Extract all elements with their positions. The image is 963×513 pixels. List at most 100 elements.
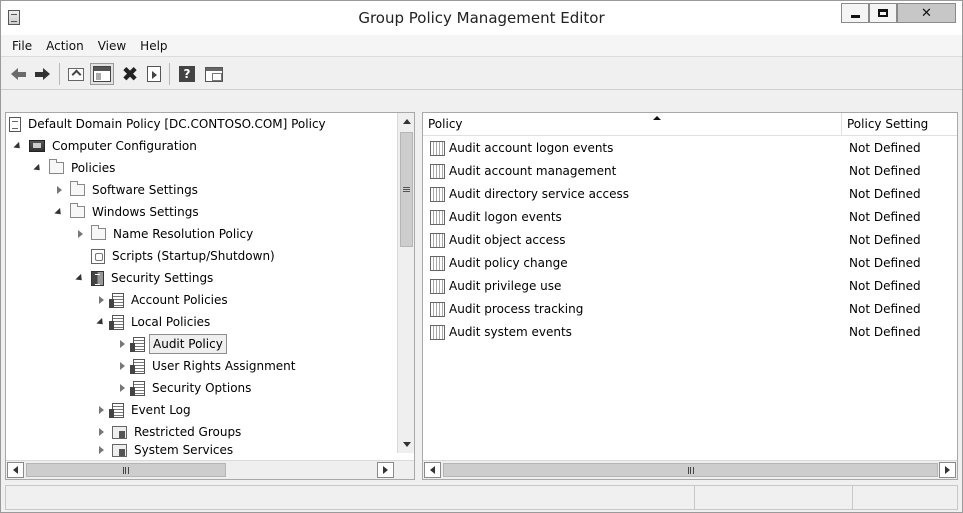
forward-button[interactable] — [31, 64, 53, 84]
scroll-left-button[interactable] — [424, 462, 441, 478]
expand-open-icon[interactable] — [13, 141, 24, 152]
policy-icon — [130, 358, 145, 374]
tree-item-policies[interactable]: Policies — [33, 157, 118, 179]
scroll-thumb[interactable] — [26, 463, 226, 477]
expand-collapsed-icon[interactable] — [54, 185, 65, 196]
scroll-left-icon — [13, 466, 18, 474]
tree-item-default-domain-policy[interactable]: Default Domain Policy [DC.CONTOSO.COM] P… — [9, 113, 329, 135]
security-settings-icon — [91, 270, 104, 286]
scroll-right-button[interactable] — [377, 462, 394, 478]
tree-item-label: Computer Configuration — [52, 139, 197, 153]
expand-collapsed-icon[interactable] — [75, 229, 86, 240]
policy-setting: Not Defined — [849, 256, 921, 270]
delete-icon: ✖ — [121, 62, 139, 86]
tree-item-security-options[interactable]: Security Options — [117, 377, 254, 399]
list-item[interactable]: Audit logon events Not Defined — [423, 206, 957, 228]
tree-item-scripts[interactable]: Scripts (Startup/Shutdown) — [91, 245, 278, 267]
tree-item-name-resolution-policy[interactable]: Name Resolution Policy — [75, 223, 256, 245]
tree-item-label: Audit Policy — [149, 334, 227, 354]
list-item[interactable]: Audit account logon events Not Defined — [423, 137, 957, 159]
status-divider — [694, 486, 695, 509]
menu-file[interactable]: File — [5, 35, 39, 57]
properties-button[interactable] — [203, 64, 225, 84]
tree-item-windows-settings[interactable]: Windows Settings — [54, 201, 202, 223]
expand-open-icon[interactable] — [54, 207, 65, 218]
column-header-policy[interactable]: Policy — [423, 113, 842, 136]
console-tree-pane[interactable]: Default Domain Policy [DC.CONTOSO.COM] P… — [5, 112, 415, 480]
tree-item-label: Policies — [71, 161, 116, 175]
tree-item-security-settings[interactable]: Security Settings — [75, 267, 216, 289]
tree-item-computer-configuration[interactable]: Computer Configuration — [13, 135, 200, 157]
scroll-down-button[interactable] — [399, 436, 414, 453]
tree-item-event-log[interactable]: Event Log — [96, 399, 194, 421]
tree-item-label: Account Policies — [131, 293, 228, 307]
menu-help[interactable]: Help — [133, 35, 174, 57]
scroll-thumb[interactable] — [400, 132, 413, 247]
expand-open-icon[interactable] — [96, 317, 107, 328]
audit-policy-icon — [430, 163, 445, 179]
folder-icon — [91, 225, 106, 240]
tree-vertical-scrollbar[interactable] — [397, 113, 414, 453]
column-header-policy-setting[interactable]: Policy Setting — [842, 113, 957, 136]
tree-item-local-policies[interactable]: Local Policies — [96, 311, 213, 333]
expand-collapsed-icon[interactable] — [117, 339, 128, 350]
tree-item-software-settings[interactable]: Software Settings — [54, 179, 201, 201]
list-item[interactable]: Audit system events Not Defined — [423, 321, 957, 343]
policy-name: Audit object access — [449, 233, 566, 247]
maximize-button[interactable] — [869, 3, 897, 23]
close-button[interactable]: ✕ — [897, 3, 956, 23]
expand-open-icon[interactable] — [75, 273, 86, 284]
list-item[interactable]: Audit privilege use Not Defined — [423, 275, 957, 297]
scroll-left-icon — [430, 466, 435, 474]
list-item[interactable]: Audit directory service access Not Defin… — [423, 183, 957, 205]
expand-collapsed-icon[interactable] — [96, 445, 107, 456]
list-item[interactable]: Audit policy change Not Defined — [423, 252, 957, 274]
expand-collapsed-icon[interactable] — [96, 405, 107, 416]
details-pane[interactable]: Policy Policy Setting Audit account logo… — [422, 112, 958, 480]
scroll-up-button[interactable] — [399, 113, 414, 130]
scroll-right-button[interactable] — [939, 462, 956, 478]
grip-icon — [123, 466, 129, 474]
tree-item-user-rights-assignment[interactable]: User Rights Assignment — [117, 355, 298, 377]
policy-icon — [130, 380, 145, 396]
policy-name: Audit logon events — [449, 210, 562, 224]
tree-item-system-services[interactable]: System Services — [96, 439, 236, 461]
folder-icon — [49, 159, 64, 174]
title-bar[interactable]: Group Policy Management Editor ✕ — [1, 1, 962, 35]
up-one-level-button[interactable] — [65, 64, 87, 84]
help-button[interactable]: ? — [176, 64, 198, 84]
grip-icon — [687, 466, 694, 474]
scroll-right-icon — [383, 466, 388, 474]
back-button[interactable] — [7, 64, 29, 84]
list-item[interactable]: Audit object access Not Defined — [423, 229, 957, 251]
expand-collapsed-icon[interactable] — [96, 295, 107, 306]
folder-icon — [70, 181, 85, 196]
tree-item-account-policies[interactable]: Account Policies — [96, 289, 231, 311]
delete-button[interactable]: ✖ — [119, 64, 141, 84]
expand-collapsed-icon[interactable] — [96, 427, 107, 438]
expand-collapsed-icon[interactable] — [117, 383, 128, 394]
tree-item-label: Software Settings — [92, 183, 198, 197]
expand-collapsed-icon[interactable] — [117, 361, 128, 372]
show-hide-console-tree-icon — [93, 66, 111, 82]
details-horizontal-scrollbar[interactable] — [423, 460, 957, 479]
tree-horizontal-scrollbar[interactable] — [6, 460, 414, 479]
scroll-left-button[interactable] — [7, 462, 24, 478]
menu-action[interactable]: Action — [39, 35, 91, 57]
policy-icon — [109, 314, 124, 330]
show-hide-console-tree-button[interactable] — [90, 63, 114, 85]
back-arrow-icon — [10, 68, 18, 80]
minimize-button[interactable] — [841, 3, 869, 23]
menu-view[interactable]: View — [91, 35, 133, 57]
tree-item-audit-policy[interactable]: Audit Policy — [117, 333, 227, 355]
list-item[interactable]: Audit account management Not Defined — [423, 160, 957, 182]
window-title: Group Policy Management Editor — [358, 9, 605, 27]
list-item[interactable]: Audit process tracking Not Defined — [423, 298, 957, 320]
expand-open-icon[interactable] — [33, 163, 44, 174]
export-list-button[interactable] — [143, 64, 165, 84]
status-divider — [852, 486, 853, 509]
audit-policy-icon — [430, 140, 445, 156]
policy-setting: Not Defined — [849, 233, 921, 247]
scroll-thumb[interactable] — [443, 463, 938, 477]
scroll-right-icon — [945, 466, 950, 474]
